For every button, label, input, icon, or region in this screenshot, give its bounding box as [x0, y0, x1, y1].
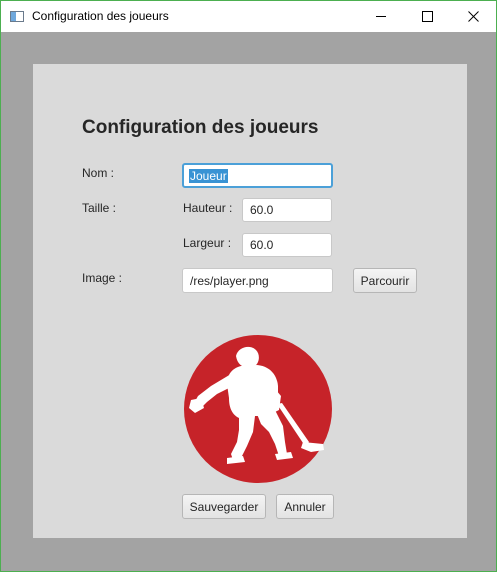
maximize-icon — [421, 11, 433, 22]
minimize-icon — [376, 16, 386, 17]
minimize-button[interactable] — [358, 1, 404, 32]
name-label: Nom : — [82, 166, 115, 180]
size-label: Taille : — [82, 201, 117, 215]
save-button[interactable]: Sauvegarder — [182, 494, 266, 519]
browse-button[interactable]: Parcourir — [353, 268, 417, 293]
cancel-button[interactable]: Annuler — [276, 494, 334, 519]
height-label: Hauteur : — [183, 201, 233, 215]
app-window: Configuration des joueurs Configuration … — [0, 0, 497, 572]
close-icon — [467, 11, 479, 22]
close-button[interactable] — [450, 1, 496, 32]
name-input-value: Joueur — [189, 168, 228, 183]
maximize-button[interactable] — [404, 1, 450, 32]
height-input[interactable]: 60.0 — [242, 198, 332, 222]
width-label: Largeur : — [183, 236, 232, 250]
window-content: Configuration des joueurs Nom : Joueur T… — [1, 32, 496, 571]
config-panel: Configuration des joueurs Nom : Joueur T… — [33, 64, 467, 538]
title-bar[interactable]: Configuration des joueurs — [1, 1, 496, 32]
window-title: Configuration des joueurs — [32, 9, 169, 23]
app-window-icon — [10, 11, 24, 22]
hockey-player-icon — [184, 335, 332, 483]
image-label: Image : — [82, 271, 123, 285]
image-path-input[interactable]: /res/player.png — [182, 268, 333, 293]
width-input[interactable]: 60.0 — [242, 233, 332, 257]
page-title: Configuration des joueurs — [82, 117, 319, 138]
name-input[interactable]: Joueur — [182, 163, 333, 188]
